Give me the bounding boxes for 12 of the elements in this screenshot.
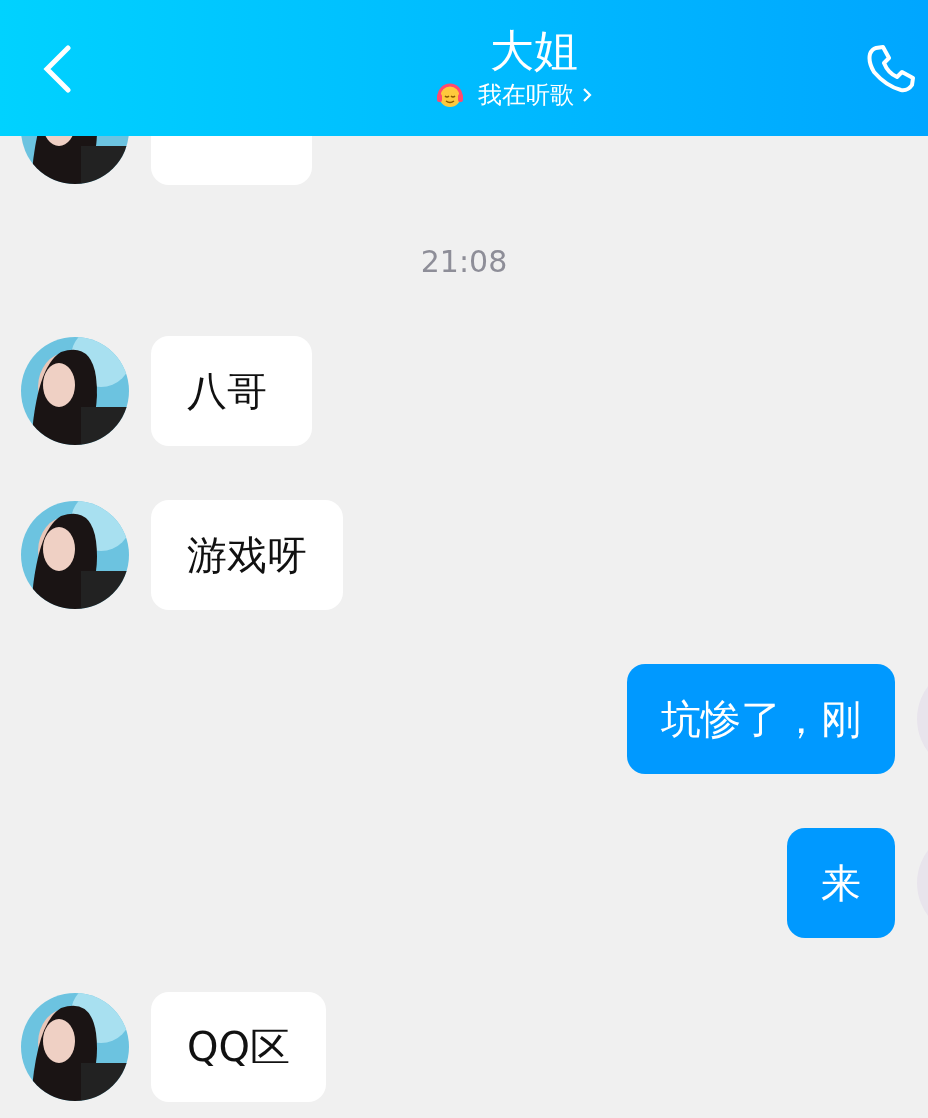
message-text: 坑惨了，刚 xyxy=(661,694,861,744)
headphones-emoji-icon xyxy=(436,81,464,109)
message-text: QQ区 xyxy=(187,1022,290,1072)
message-text: 八哥 xyxy=(187,366,267,416)
phone-icon[interactable] xyxy=(866,44,916,94)
message-text: 来 xyxy=(821,858,861,908)
timestamp: 21:08 xyxy=(420,244,508,280)
back-icon[interactable] xyxy=(42,45,72,93)
chevron-right-icon[interactable] xyxy=(582,87,592,103)
contact-name: 大姐 xyxy=(490,25,578,77)
message-text: 游戏呀 xyxy=(187,530,307,580)
status-link[interactable]: 我在听歌 xyxy=(478,79,574,111)
